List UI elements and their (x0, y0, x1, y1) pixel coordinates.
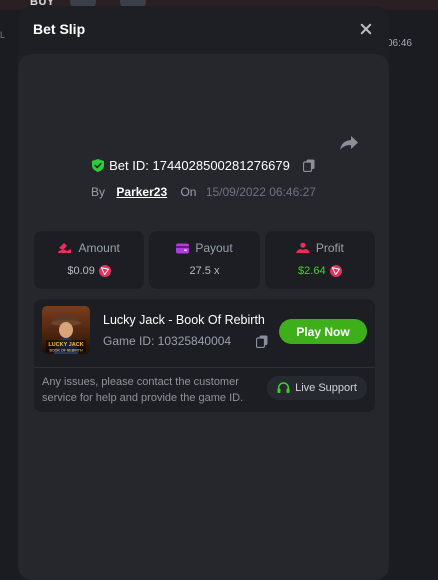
stat-amount: Amount $0.09 (34, 231, 145, 289)
bet-id-row: Bet ID: 1744028500281276679 (18, 158, 389, 178)
tron-icon (329, 265, 342, 277)
stat-amount-label: Amount (78, 241, 120, 255)
game-info-box: LUCKY JACK BOOK OF REBIRTH Lucky Jack - … (34, 299, 375, 412)
copy-icon[interactable] (302, 159, 315, 172)
wallet-icon (176, 243, 190, 253)
play-now-button[interactable]: Play Now (279, 319, 367, 344)
shield-check-icon (92, 159, 105, 172)
amount-icon (58, 243, 72, 253)
bet-id-text: Bet ID: 1744028500281276679 (109, 158, 290, 173)
by-label: By (91, 185, 106, 199)
bet-meta-row: By Parker23 On 15/09/2022 06:46:27 (18, 185, 389, 199)
share-icon[interactable] (339, 134, 359, 152)
copy-game-id-icon[interactable] (256, 335, 268, 348)
divider (34, 367, 375, 368)
stat-profit-label: Profit (315, 241, 344, 255)
tron-icon (98, 265, 111, 277)
close-icon[interactable] (358, 21, 374, 37)
stat-profit: Profit $2.64 (264, 231, 375, 289)
background-time: 06:46 (386, 38, 412, 49)
headset-icon (277, 382, 290, 393)
profit-icon (295, 242, 310, 253)
support-message: Any issues, please contact the customer … (42, 376, 244, 404)
modal-header: Bet Slip (18, 6, 389, 52)
game-thumbnail[interactable]: LUCKY JACK BOOK OF REBIRTH (42, 306, 90, 354)
stat-profit-value: $2.64 (298, 265, 326, 277)
live-support-label: Live Support (295, 382, 357, 394)
modal-title: Bet Slip (33, 21, 86, 37)
bet-card: Bet ID: 1744028500281276679 By Parker23 … (18, 54, 389, 580)
stat-payout: Payout 27.5 x (149, 231, 260, 289)
stat-payout-label: Payout (195, 241, 233, 255)
background-strip-text: L (0, 30, 6, 40)
bet-stats: Amount $0.09 Payout 27.5 x Profit $2.64 (34, 231, 375, 289)
game-thumbnail-art: LUCKY JACK BOOK OF REBIRTH (42, 306, 90, 354)
on-label: On (180, 185, 197, 199)
thumb-title-text: LUCKY JACK (48, 342, 83, 348)
live-support-button[interactable]: Live Support (267, 376, 367, 400)
game-title[interactable]: Lucky Jack - Book Of Rebirth (103, 313, 265, 327)
game-id: Game ID: 10325840004 (103, 334, 232, 348)
bet-date: 15/09/2022 06:46:27 (205, 185, 316, 199)
bet-slip-modal: Bet Slip Bet ID: 1744028500281276679 By (18, 6, 389, 580)
stat-amount-value: $0.09 (67, 265, 95, 277)
background-strip: L (0, 30, 18, 50)
username-link[interactable]: Parker23 (116, 185, 167, 199)
thumb-subtitle-text: BOOK OF REBIRTH (49, 349, 82, 353)
stat-payout-value: 27.5 x (189, 265, 220, 277)
